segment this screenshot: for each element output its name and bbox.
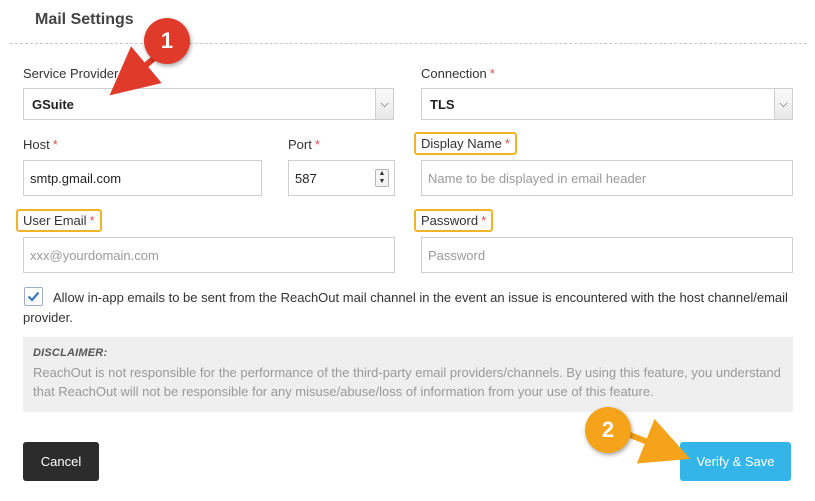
dashed-divider xyxy=(10,43,807,44)
port-field[interactable]: ▲▼ xyxy=(288,160,395,196)
connection-value: TLS xyxy=(430,97,455,112)
disclaimer-title: DISCLAIMER: xyxy=(33,347,108,359)
cancel-button[interactable]: Cancel xyxy=(23,442,99,481)
required-marker: * xyxy=(121,66,127,81)
required-marker: * xyxy=(481,213,487,228)
service-provider-value: GSuite xyxy=(32,97,74,112)
step-badge-1: 1 xyxy=(144,18,190,64)
user-email-label: User Email * xyxy=(16,209,102,232)
password-input[interactable] xyxy=(421,237,793,273)
checkmark-icon xyxy=(27,291,40,302)
required-marker: * xyxy=(314,137,320,152)
consent-checkbox[interactable] xyxy=(24,287,43,306)
port-label: Port * xyxy=(288,137,320,152)
required-marker: * xyxy=(89,213,95,228)
section-title: Mail Settings xyxy=(35,11,134,28)
connection-label: Connection * xyxy=(421,66,495,81)
host-label: Host * xyxy=(23,137,58,152)
chevron-down-icon[interactable]: ⌵ xyxy=(375,89,393,119)
chevron-down-icon[interactable]: ⌵ xyxy=(774,89,792,119)
host-input[interactable] xyxy=(23,160,262,196)
disclaimer-box: DISCLAIMER: ReachOut is not responsible … xyxy=(23,337,793,412)
disclaimer-body: ReachOut is not responsible for the perf… xyxy=(33,365,781,399)
service-provider-label: Service Provider * xyxy=(23,66,127,81)
password-label: Password * xyxy=(414,209,494,232)
display-name-label: Display Name * xyxy=(414,132,517,155)
arrow-2 xyxy=(623,418,691,464)
required-marker: * xyxy=(52,137,58,152)
stepper-icon[interactable]: ▲ ▼ xyxy=(375,169,389,187)
service-provider-select[interactable]: GSuite ⌵ xyxy=(23,88,394,120)
verify-save-button[interactable]: Verify & Save xyxy=(680,442,791,481)
required-marker: * xyxy=(489,66,495,81)
display-name-input[interactable] xyxy=(421,160,793,196)
user-email-input[interactable] xyxy=(23,237,395,273)
required-marker: * xyxy=(504,136,510,151)
step-badge-2: 2 xyxy=(585,407,631,453)
consent-text: Allow in-app emails to be sent from the … xyxy=(23,290,788,325)
connection-select[interactable]: TLS ⌵ xyxy=(421,88,793,120)
